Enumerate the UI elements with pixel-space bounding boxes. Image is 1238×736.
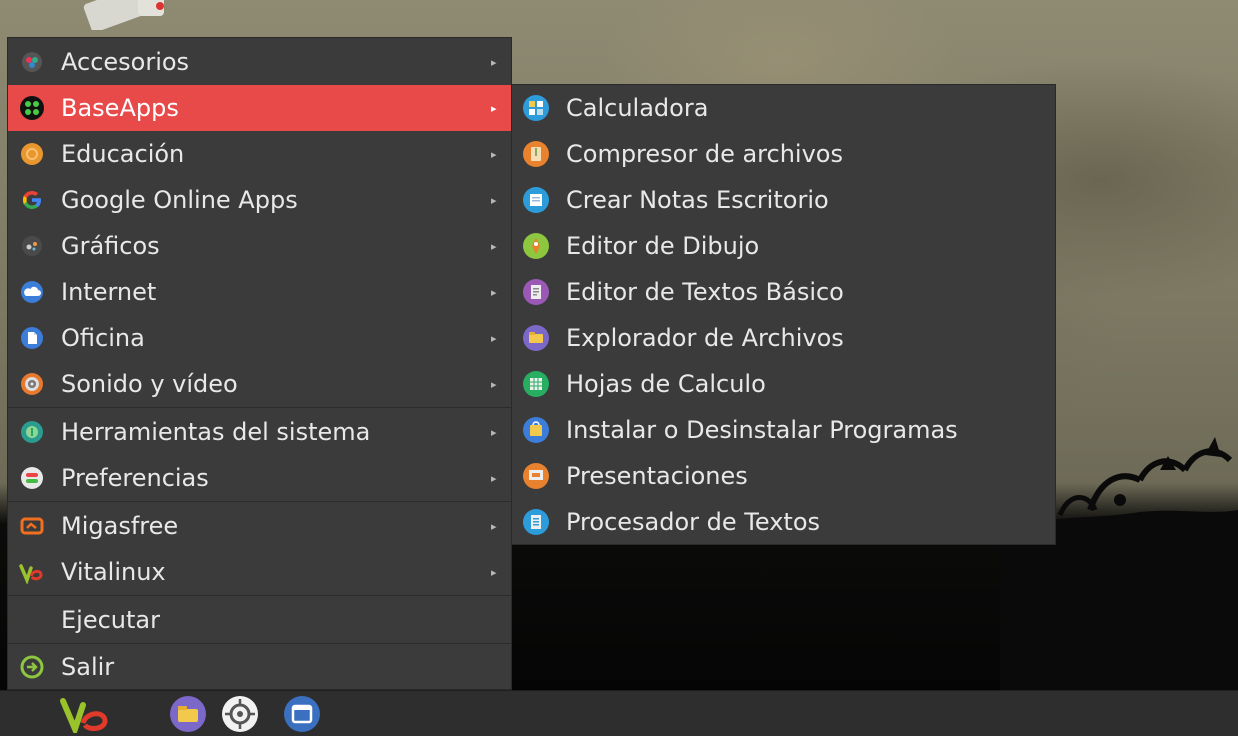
spreadsheet-icon (523, 371, 549, 397)
vitalinux-menu-button[interactable] (40, 695, 130, 733)
submenu-arrow-icon: ▸ (491, 239, 497, 253)
menu-item-label: Salir (61, 653, 115, 681)
menu-item-label: Gráficos (61, 232, 160, 260)
submenu-arrow-icon: ▸ (491, 331, 497, 345)
menu-item-label: Google Online Apps (61, 186, 298, 214)
word-processor-icon (523, 509, 549, 535)
presentation-icon (523, 463, 549, 489)
submenu-item-procesador[interactable]: Procesador de Textos (512, 499, 1055, 545)
calculator-icon (523, 95, 549, 121)
menu-item-label: Preferencias (61, 464, 209, 492)
submenu-item-explorador[interactable]: Explorador de Archivos (512, 315, 1055, 361)
submenu-item-label: Calculadora (566, 94, 709, 122)
settings-launcher[interactable] (219, 695, 261, 733)
submenu-arrow-icon: ▸ (491, 101, 497, 115)
menu-separator (8, 595, 511, 596)
file-manager-icon (523, 325, 549, 351)
sound-video-icon (19, 371, 45, 397)
submenu-arrow-icon: ▸ (491, 55, 497, 69)
menu-separator (8, 501, 511, 502)
notes-icon (523, 187, 549, 213)
submenu-arrow-icon: ▸ (491, 565, 497, 579)
google-icon (19, 187, 45, 213)
drawing-icon (523, 233, 549, 259)
preferences-icon (19, 465, 45, 491)
application-menu: Accesorios ▸ BaseApps ▸ Educación ▸ Goog… (7, 37, 512, 690)
files-launcher[interactable] (167, 695, 209, 733)
baseapps-icon (19, 95, 45, 121)
menu-item-label: BaseApps (61, 94, 179, 122)
bottom-panel (0, 690, 1238, 736)
submenu-item-presentaciones[interactable]: Presentaciones (512, 453, 1055, 499)
submenu-item-label: Procesador de Textos (566, 508, 821, 536)
menu-item-label: Vitalinux (61, 558, 166, 586)
menu-separator (8, 407, 511, 408)
submenu-item-editor-textos[interactable]: Editor de Textos Básico (512, 269, 1055, 315)
submenu-item-calculadora[interactable]: Calculadora (512, 85, 1055, 131)
submenu-arrow-icon: ▸ (491, 147, 497, 161)
submenu-item-label: Compresor de archivos (566, 140, 843, 168)
migasfree-icon (19, 513, 45, 539)
system-tools-icon (19, 419, 45, 445)
text-editor-icon (523, 279, 549, 305)
menu-item-graficos[interactable]: Gráficos ▸ (8, 223, 511, 269)
internet-cloud-icon (19, 279, 45, 305)
vitalinux-menu-icon (60, 698, 108, 733)
graphics-icon (19, 233, 45, 259)
menu-item-accesorios[interactable]: Accesorios ▸ (8, 39, 511, 85)
menu-item-label: Educación (61, 140, 185, 168)
submenu-item-hojas-calculo[interactable]: Hojas de Calculo (512, 361, 1055, 407)
window-icon (284, 696, 320, 732)
submenu-arrow-icon: ▸ (491, 285, 497, 299)
menu-item-salir[interactable]: Salir (8, 644, 511, 690)
menu-item-label: Internet (61, 278, 157, 306)
submenu-item-label: Explorador de Archivos (566, 324, 844, 352)
submenu-item-crear-notas[interactable]: Crear Notas Escritorio (512, 177, 1055, 223)
menu-item-label: Migasfree (61, 512, 179, 540)
education-icon (19, 141, 45, 167)
submenu-arrow-icon: ▸ (491, 377, 497, 391)
submenu-item-label: Editor de Textos Básico (566, 278, 844, 306)
baseapps-submenu: Calculadora Compresor de archivos Crear … (511, 84, 1056, 545)
menu-item-google-online-apps[interactable]: Google Online Apps ▸ (8, 177, 511, 223)
submenu-item-label: Hojas de Calculo (566, 370, 766, 398)
menu-item-baseapps[interactable]: BaseApps ▸ (8, 85, 511, 131)
office-document-icon (19, 325, 45, 351)
menu-item-label: Ejecutar (61, 606, 160, 634)
menu-item-ejecutar[interactable]: Ejecutar (8, 597, 511, 643)
accessories-icon (19, 49, 45, 75)
menu-item-preferencias[interactable]: Preferencias ▸ (8, 455, 511, 501)
menu-item-oficina[interactable]: Oficina ▸ (8, 315, 511, 361)
submenu-arrow-icon: ▸ (491, 519, 497, 533)
menu-item-label: Accesorios (61, 48, 190, 76)
menu-item-vitalinux[interactable]: Vitalinux ▸ (8, 549, 511, 595)
menu-item-educacion[interactable]: Educación ▸ (8, 131, 511, 177)
software-center-icon (523, 417, 549, 443)
submenu-arrow-icon: ▸ (491, 425, 497, 439)
submenu-item-instalar[interactable]: Instalar o Desinstalar Programas (512, 407, 1055, 453)
menu-item-internet[interactable]: Internet ▸ (8, 269, 511, 315)
submenu-item-compresor[interactable]: Compresor de archivos (512, 131, 1055, 177)
submenu-item-label: Editor de Dibujo (566, 232, 760, 260)
menu-item-migasfree[interactable]: Migasfree ▸ (8, 503, 511, 549)
submenu-arrow-icon: ▸ (491, 471, 497, 485)
desktop-computer-icon[interactable] (78, 0, 178, 30)
submenu-item-label: Presentaciones (566, 462, 748, 490)
submenu-item-editor-dibujo[interactable]: Editor de Dibujo (512, 223, 1055, 269)
settings-target-icon (222, 696, 258, 732)
menu-item-label: Sonido y vídeo (61, 370, 238, 398)
logout-icon (19, 654, 45, 680)
submenu-item-label: Crear Notas Escritorio (566, 186, 829, 214)
menu-item-herramientas-sistema[interactable]: Herramientas del sistema ▸ (8, 409, 511, 455)
vitalinux-icon (19, 559, 45, 585)
files-icon (170, 696, 206, 732)
menu-item-label: Herramientas del sistema (61, 418, 371, 446)
menu-item-sonido-video[interactable]: Sonido y vídeo ▸ (8, 361, 511, 407)
submenu-arrow-icon: ▸ (491, 193, 497, 207)
window-launcher[interactable] (281, 695, 323, 733)
menu-item-label: Oficina (61, 324, 145, 352)
submenu-item-label: Instalar o Desinstalar Programas (566, 416, 958, 444)
archive-icon (523, 141, 549, 167)
